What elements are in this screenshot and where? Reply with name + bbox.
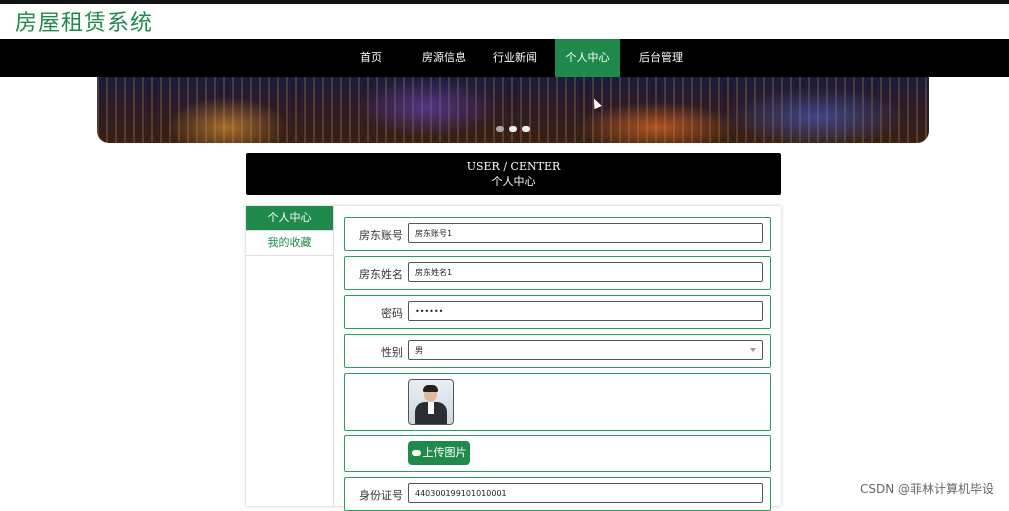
carousel-dot[interactable]: [522, 126, 530, 132]
user-center-header: USER / CENTER 个人中心: [246, 153, 781, 195]
gender-row: 性别 男: [344, 334, 771, 368]
name-input[interactable]: 房东姓名1: [408, 262, 763, 282]
chevron-down-icon: [750, 348, 756, 352]
cloud-upload-icon: [411, 450, 421, 456]
user-center-title-cn: 个人中心: [491, 175, 536, 188]
carousel-dot[interactable]: [509, 126, 517, 132]
name-row: 房东姓名 房东姓名1: [344, 256, 771, 290]
avatar-image: [408, 379, 454, 425]
user-sidebar: 个人中心 我的收藏: [246, 206, 334, 506]
gender-value: 男: [415, 346, 423, 355]
sidebar-item-favorites[interactable]: 我的收藏: [246, 231, 333, 256]
account-label: 房东账号: [359, 229, 403, 242]
site-title: 房屋租赁系统: [15, 11, 154, 36]
nav-news[interactable]: 行业新闻: [490, 39, 540, 77]
name-label: 房东姓名: [359, 268, 403, 281]
banner-carousel[interactable]: [97, 77, 929, 143]
nav-user-center[interactable]: 个人中心: [555, 39, 620, 77]
password-row: 密码 ••••••: [344, 295, 771, 329]
password-label: 密码: [381, 307, 403, 320]
main-nav: 首页 房源信息 行业新闻 个人中心 后台管理: [0, 39, 1009, 77]
top-border: [0, 0, 1009, 4]
sidebar-item-user-center[interactable]: 个人中心: [246, 206, 333, 231]
watermark-text: CSDN @菲林计算机毕设: [860, 482, 995, 496]
avatar-row: [344, 373, 771, 431]
id-input[interactable]: 440300199101010001: [408, 483, 763, 503]
gender-select[interactable]: 男: [408, 340, 763, 360]
nav-listings[interactable]: 房源信息: [419, 39, 469, 77]
gender-label: 性别: [381, 346, 403, 359]
upload-label: 上传图片: [422, 446, 467, 459]
account-input[interactable]: 房东账号1: [408, 223, 763, 243]
upload-image-button[interactable]: 上传图片: [408, 441, 470, 465]
id-row: 身份证号 440300199101010001: [344, 477, 771, 511]
upload-row: 上传图片: [344, 435, 771, 472]
password-input[interactable]: ••••••: [408, 301, 763, 321]
user-center-title-en: USER / CENTER: [466, 160, 561, 173]
nav-home[interactable]: 首页: [351, 39, 391, 77]
nav-admin[interactable]: 后台管理: [636, 39, 686, 77]
user-center-panel: 个人中心 我的收藏 房东账号 房东账号1 房东姓名 房东姓名1 密码 •••••…: [246, 206, 781, 511]
carousel-dot[interactable]: [496, 126, 504, 132]
account-row: 房东账号 房东账号1: [344, 217, 771, 251]
id-label: 身份证号: [359, 489, 403, 502]
